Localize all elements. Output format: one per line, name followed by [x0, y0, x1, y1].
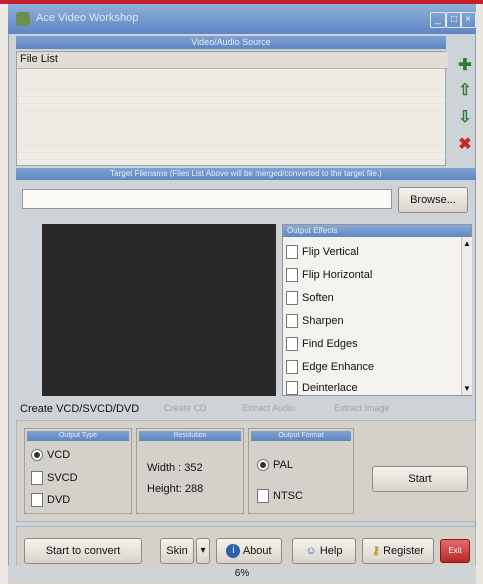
skin-button[interactable]: Skin [160, 538, 194, 564]
minimize-button[interactable]: _ [430, 12, 446, 28]
dvd-label: DVD [47, 493, 71, 506]
video-preview [42, 224, 276, 396]
checkbox[interactable] [286, 268, 298, 283]
file-list[interactable]: File List [16, 51, 448, 166]
checkbox[interactable] [286, 360, 298, 375]
page-left-edge [0, 4, 8, 584]
output-format-group: Output Format PAL NTSC [248, 428, 354, 514]
start-button[interactable]: Start [372, 466, 468, 492]
checkbox[interactable] [31, 471, 43, 485]
effect-item[interactable]: Flip Vertical [286, 244, 458, 264]
chevron-down-icon: ▾ [200, 545, 206, 556]
target-path-input[interactable] [22, 189, 392, 209]
window-title: Ace Video Workshop [36, 12, 139, 24]
target-header: Target Filename (Files List Above will b… [16, 168, 476, 180]
info-icon: i [226, 544, 241, 559]
status-bar: 6% [8, 566, 476, 582]
dvd-option[interactable]: DVD [31, 493, 70, 507]
plus-icon: ✚ [458, 57, 472, 74]
exit-button[interactable]: Exit [440, 539, 470, 563]
effect-item[interactable]: Deinterlace [286, 380, 458, 400]
vcd-label: VCD [47, 449, 71, 461]
source-header: Video/Audio Source [16, 36, 446, 49]
checkbox[interactable] [31, 493, 43, 507]
app-icon [16, 12, 30, 26]
radio-selected[interactable] [257, 459, 269, 472]
checkbox[interactable] [286, 245, 298, 260]
radio-selected[interactable] [31, 449, 43, 462]
ntsc-label: NTSC [273, 489, 303, 502]
effects-scrollbar[interactable]: ▲ ▼ [461, 237, 472, 395]
effect-item[interactable]: Sharpen [286, 313, 458, 333]
output-format-header: Output Format [251, 431, 351, 441]
tab-extract-image[interactable]: Extract Image [334, 403, 390, 413]
checkbox[interactable] [286, 337, 298, 352]
title-bar: Ace Video Workshop _ □ × [8, 4, 476, 34]
about-button[interactable]: i About [216, 538, 282, 564]
effect-item[interactable]: Soften [286, 290, 458, 310]
effect-label: Edge Enhance [302, 361, 375, 373]
effect-label: Flip Horizontal [302, 269, 373, 281]
effects-header: Output Effects [283, 225, 471, 237]
effect-label: Deinterlace [302, 382, 358, 394]
effect-label: Sharpen [302, 315, 344, 327]
checkbox[interactable] [286, 381, 298, 396]
move-down-button[interactable]: ⇩ [454, 107, 476, 129]
resolution-height: Height: 288 [147, 483, 204, 495]
scroll-down-icon[interactable]: ▼ [463, 384, 471, 393]
tab-strip: Create VCD/SVCD/DVD Create CD Extract Au… [16, 400, 476, 420]
effect-item[interactable]: Find Edges [286, 336, 458, 356]
pal-label: PAL [273, 459, 293, 471]
arrow-down-icon: ⇩ [458, 109, 472, 126]
close-button[interactable]: × [460, 12, 476, 28]
help-label: Help [319, 545, 343, 557]
register-label: Register [383, 545, 425, 557]
effect-item[interactable]: Flip Horizontal [286, 267, 458, 287]
tab-extract-audio[interactable]: Extract Audio [242, 403, 295, 413]
browse-button[interactable]: Browse... [398, 187, 468, 213]
effect-item[interactable]: Edge Enhance [286, 359, 458, 379]
arrow-up-icon: ⇧ [458, 82, 472, 99]
tab-create-vcd[interactable]: Create VCD/SVCD/DVD [20, 403, 139, 415]
effect-label: Flip Vertical [302, 246, 359, 258]
file-list-header: File List [17, 52, 448, 69]
output-type-group: Output Type VCD SVCD DVD [24, 428, 132, 514]
checkbox[interactable] [286, 291, 298, 306]
resolution-group: Resolution Width : 352 Height: 288 [136, 428, 244, 514]
add-file-button[interactable]: ✚ [454, 55, 476, 77]
tab-create-cd[interactable]: Create CD [164, 403, 207, 413]
delete-icon: ✖ [458, 136, 472, 153]
effect-label: Find Edges [302, 338, 358, 350]
about-label: About [242, 545, 272, 557]
scroll-up-icon[interactable]: ▲ [463, 239, 471, 248]
effect-label: Soften [302, 292, 334, 304]
resolution-width: Width : 352 [147, 462, 203, 474]
output-type-header: Output Type [27, 431, 129, 441]
help-button[interactable]: ☺ Help [292, 538, 356, 564]
pal-option[interactable]: PAL [257, 459, 293, 472]
effects-list: Output Effects Flip Vertical Flip Horizo… [282, 224, 472, 396]
svcd-option[interactable]: SVCD [31, 471, 78, 485]
ntsc-option[interactable]: NTSC [257, 489, 303, 503]
remove-file-button[interactable]: ✖ [454, 134, 476, 156]
page-right-edge [476, 4, 483, 584]
key-icon: ⚷ [371, 545, 381, 557]
help-icon: ☺ [305, 545, 317, 557]
start-convert-button[interactable]: Start to convert [24, 538, 142, 564]
register-button[interactable]: ⚷ Register [362, 538, 434, 564]
svcd-label: SVCD [47, 471, 78, 484]
skin-dropdown-button[interactable]: ▾ [196, 538, 210, 564]
resolution-header: Resolution [139, 431, 241, 441]
move-up-button[interactable]: ⇧ [454, 80, 476, 102]
file-list-rows[interactable] [17, 69, 445, 165]
checkbox[interactable] [286, 314, 298, 329]
checkbox[interactable] [257, 489, 269, 503]
vcd-option[interactable]: VCD [31, 449, 71, 462]
